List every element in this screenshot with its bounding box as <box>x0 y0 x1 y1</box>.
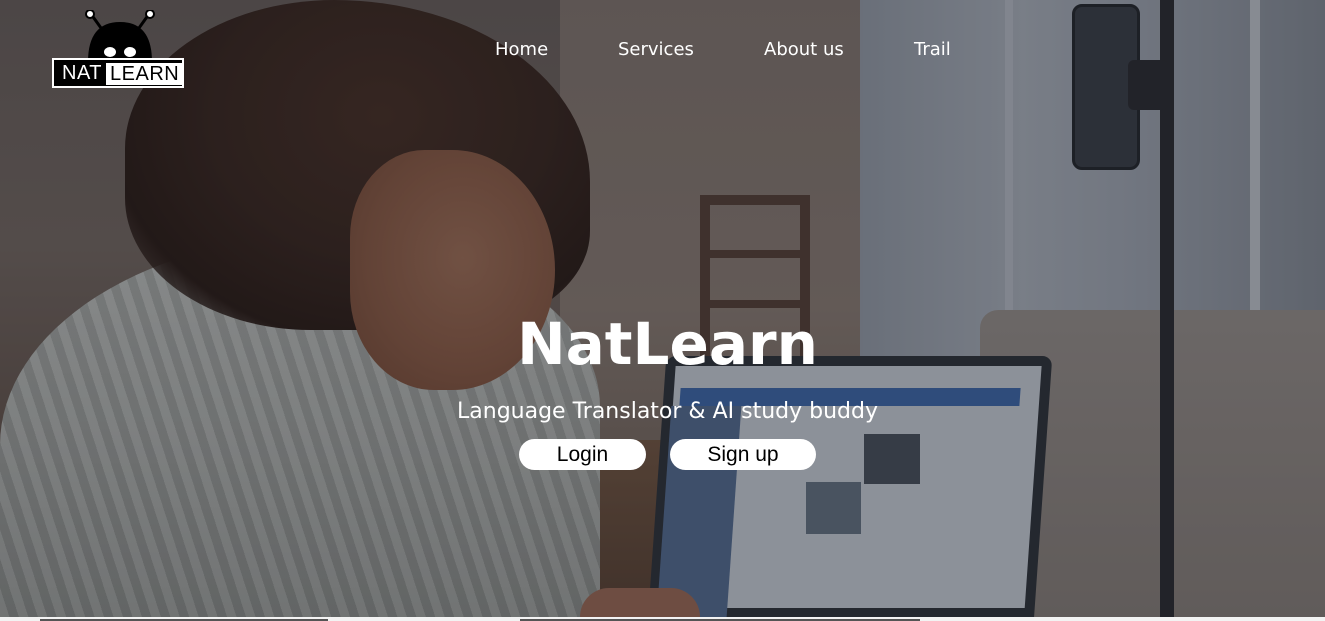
nav-link-home[interactable]: Home <box>495 38 548 62</box>
main-nav: Home Services About us Trail <box>0 38 1325 64</box>
page-bottom-edge <box>0 617 1325 621</box>
nav-link-trail[interactable]: Trail <box>914 38 951 62</box>
hero-section: NAT LEARN Home Services About us Trail N… <box>0 0 1325 617</box>
hero-title: NatLearn <box>517 310 818 378</box>
hero-subtitle: Language Translator & AI study buddy <box>457 399 878 424</box>
logo-text-learn: LEARN <box>106 63 184 85</box>
signup-button[interactable]: Sign up <box>670 439 816 470</box>
nav-link-services[interactable]: Services <box>618 38 694 62</box>
nav-link-about-us[interactable]: About us <box>764 38 844 62</box>
login-button[interactable]: Login <box>519 439 646 470</box>
